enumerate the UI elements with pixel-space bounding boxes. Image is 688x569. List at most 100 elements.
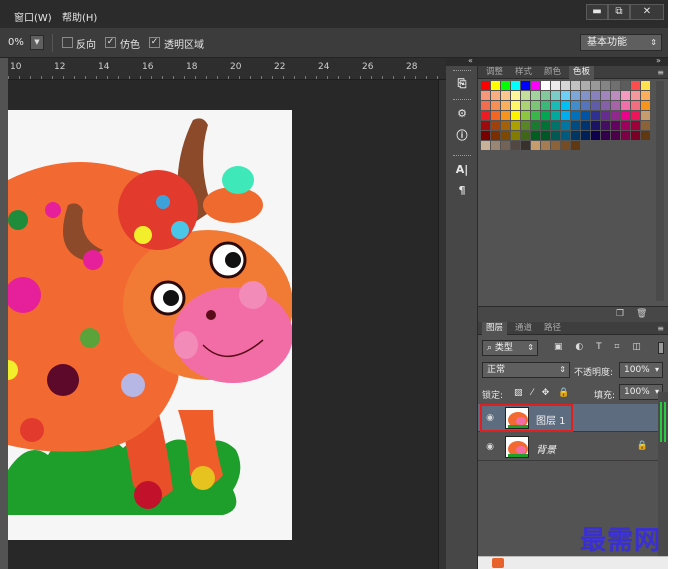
swatch[interactable] bbox=[511, 131, 520, 140]
swatch[interactable] bbox=[631, 121, 640, 130]
swatch[interactable] bbox=[571, 131, 580, 140]
panel-collapse-bar[interactable]: « » bbox=[446, 56, 668, 66]
swatch[interactable] bbox=[571, 121, 580, 130]
invert-checkbox[interactable] bbox=[62, 37, 73, 48]
swatch[interactable] bbox=[531, 131, 540, 140]
swatch[interactable] bbox=[521, 81, 530, 90]
swatch[interactable] bbox=[571, 101, 580, 110]
swatch[interactable] bbox=[501, 111, 510, 120]
swatch[interactable] bbox=[531, 141, 540, 150]
swatch[interactable] bbox=[491, 111, 500, 120]
swatch[interactable] bbox=[521, 131, 530, 140]
swatch[interactable] bbox=[561, 131, 570, 140]
swatch[interactable] bbox=[581, 101, 590, 110]
swatch[interactable] bbox=[551, 91, 560, 100]
swatch[interactable] bbox=[581, 81, 590, 90]
swatch[interactable] bbox=[641, 111, 650, 120]
swatch[interactable] bbox=[491, 101, 500, 110]
menu-window[interactable]: 窗口(W) bbox=[14, 9, 52, 24]
swatch[interactable] bbox=[521, 121, 530, 130]
swatch[interactable] bbox=[641, 121, 650, 130]
swatch[interactable] bbox=[561, 121, 570, 130]
swatch[interactable] bbox=[561, 81, 570, 90]
swatch[interactable] bbox=[571, 91, 580, 100]
tab-adjustments[interactable]: 调整 bbox=[482, 66, 507, 79]
swatch[interactable] bbox=[571, 111, 580, 120]
tab-color[interactable]: 颜色 bbox=[540, 66, 565, 79]
swatch[interactable] bbox=[481, 101, 490, 110]
collapse-right-icon[interactable]: » bbox=[656, 56, 661, 65]
grip-icon[interactable] bbox=[453, 70, 471, 72]
layer-name[interactable]: 背景 bbox=[536, 441, 556, 456]
swatch[interactable] bbox=[541, 91, 550, 100]
swatch[interactable] bbox=[611, 81, 620, 90]
swatch[interactable] bbox=[481, 131, 490, 140]
swatch[interactable] bbox=[611, 131, 620, 140]
fill-input[interactable]: 100% ▾ bbox=[619, 384, 663, 400]
filter-toggle[interactable] bbox=[658, 342, 664, 354]
swatch[interactable] bbox=[531, 101, 540, 110]
swatch[interactable] bbox=[631, 101, 640, 110]
swatch[interactable] bbox=[601, 111, 610, 120]
swatch[interactable] bbox=[621, 81, 630, 90]
tab-swatches[interactable]: 色板 bbox=[569, 66, 595, 79]
swatch[interactable] bbox=[601, 91, 610, 100]
tolerance-value[interactable]: 0% bbox=[8, 37, 24, 48]
opacity-input[interactable]: 100% ▾ bbox=[619, 362, 663, 378]
tab-channels[interactable]: 通道 bbox=[511, 322, 536, 335]
swatch[interactable] bbox=[491, 121, 500, 130]
swatch[interactable] bbox=[601, 121, 610, 130]
swatch[interactable] bbox=[561, 111, 570, 120]
swatch[interactable] bbox=[501, 131, 510, 140]
swatch[interactable] bbox=[631, 131, 640, 140]
swatch[interactable] bbox=[501, 91, 510, 100]
layer-filter-dropdown[interactable]: ⌕ 类型 ⇕ bbox=[482, 340, 538, 356]
swatch[interactable] bbox=[541, 81, 550, 90]
swatch[interactable] bbox=[521, 141, 530, 150]
swatch[interactable] bbox=[481, 81, 490, 90]
swatch[interactable] bbox=[601, 81, 610, 90]
swatch[interactable] bbox=[531, 111, 540, 120]
swatch[interactable] bbox=[591, 81, 600, 90]
swatch[interactable] bbox=[611, 111, 620, 120]
swatch[interactable] bbox=[591, 91, 600, 100]
swatch[interactable] bbox=[621, 121, 630, 130]
minimize-button[interactable]: ▬ bbox=[586, 4, 608, 20]
swatch[interactable] bbox=[511, 81, 520, 90]
scrollbar-thumb[interactable] bbox=[660, 402, 666, 442]
actions-icon[interactable]: ⚙ bbox=[453, 106, 471, 122]
swatch[interactable] bbox=[581, 131, 590, 140]
swatch[interactable] bbox=[551, 81, 560, 90]
swatch[interactable] bbox=[591, 101, 600, 110]
swatch[interactable] bbox=[541, 121, 550, 130]
dither-checkbox[interactable]: ✓ bbox=[105, 37, 116, 48]
swatch[interactable] bbox=[521, 111, 530, 120]
swatch[interactable] bbox=[611, 101, 620, 110]
swatch[interactable] bbox=[501, 81, 510, 90]
swatch[interactable] bbox=[601, 101, 610, 110]
swatch[interactable] bbox=[631, 91, 640, 100]
swatch[interactable] bbox=[511, 121, 520, 130]
swatch[interactable] bbox=[491, 91, 500, 100]
swatch[interactable] bbox=[521, 91, 530, 100]
swatch[interactable] bbox=[611, 121, 620, 130]
swatch[interactable] bbox=[621, 101, 630, 110]
document-canvas[interactable] bbox=[8, 110, 292, 540]
close-button[interactable]: ✕ bbox=[630, 4, 664, 20]
swatches-scrollbar[interactable] bbox=[656, 81, 664, 301]
swatch[interactable] bbox=[531, 121, 540, 130]
transparency-checkbox[interactable]: ✓ bbox=[149, 37, 160, 48]
swatch[interactable] bbox=[511, 111, 520, 120]
menu-help[interactable]: 帮助(H) bbox=[62, 9, 97, 24]
swatch[interactable] bbox=[551, 101, 560, 110]
swatch[interactable] bbox=[491, 141, 500, 150]
swatch[interactable] bbox=[621, 131, 630, 140]
character-icon[interactable]: A| bbox=[453, 162, 471, 178]
layer-filter-icons[interactable]: ▣ ◐ T ⌗ ◫ bbox=[554, 342, 646, 352]
tab-paths[interactable]: 路径 bbox=[540, 322, 565, 335]
swatch[interactable] bbox=[621, 91, 630, 100]
swatch[interactable] bbox=[501, 141, 510, 150]
trash-icon[interactable]: 🗑 bbox=[636, 309, 647, 319]
swatch[interactable] bbox=[561, 141, 570, 150]
swatch[interactable] bbox=[491, 81, 500, 90]
